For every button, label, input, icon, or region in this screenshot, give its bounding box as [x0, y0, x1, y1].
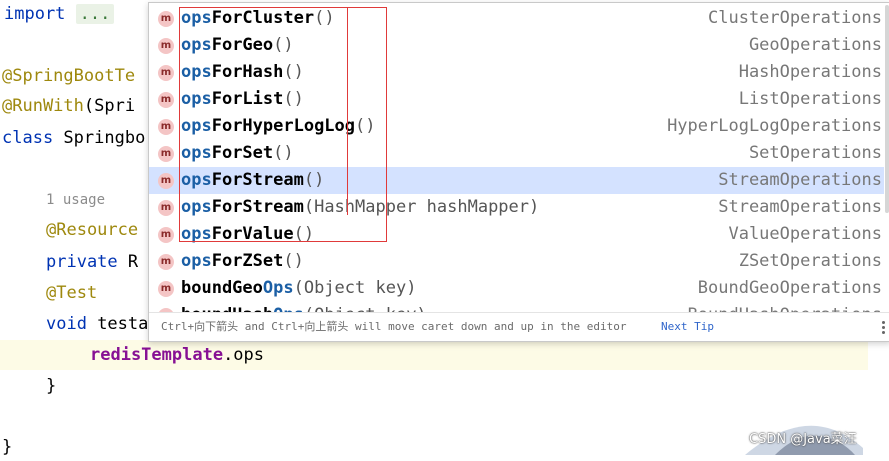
method-icon: m — [158, 173, 174, 189]
return-type: HyperLogLogOperations — [667, 116, 882, 136]
return-type: SetOperations — [748, 143, 882, 163]
return-type: GeoOperations — [748, 35, 882, 55]
void-keyword: void — [46, 314, 87, 334]
method-icon: m — [158, 227, 174, 243]
runwith-args: (Spri — [83, 96, 136, 116]
class-close-brace: } — [2, 437, 13, 457]
return-type: StreamOperations — [718, 170, 882, 190]
springboottest-annotation: @SpringBootTe — [2, 66, 136, 86]
resource-annotation: @Resource — [46, 220, 139, 240]
class-declaration: class Springbo — [2, 124, 145, 152]
name-match: Ops — [273, 305, 304, 312]
return-type: BoundGeoOperations — [697, 278, 882, 298]
import-line[interactable]: import ... — [4, 0, 115, 28]
return-type: ValueOperations — [728, 224, 882, 244]
name-before-match: boundHash — [181, 305, 273, 312]
next-tip-link[interactable]: Next Tip — [661, 313, 714, 341]
method-icon: m — [158, 119, 174, 135]
method-icon: m — [158, 281, 174, 297]
return-type: StreamOperations — [718, 197, 882, 217]
method-params: (Object key) — [293, 278, 417, 298]
completion-item-name: boundGeoOps(Object key) — [181, 275, 416, 302]
completion-scrollbar[interactable] — [885, 5, 889, 213]
redis-template-field: redisTemplate — [90, 345, 224, 365]
method-params: () — [283, 251, 304, 271]
return-type: ListOperations — [738, 89, 882, 109]
name-rest: ForZSet — [211, 251, 284, 271]
return-type: ZSetOperations — [738, 251, 882, 271]
typed-text: .ops — [223, 345, 265, 365]
method-declaration: void testa — [46, 310, 148, 338]
method-name: testa — [86, 314, 149, 334]
return-type: HashOperations — [738, 62, 882, 82]
runwith-annotation: @RunWith — [2, 96, 84, 116]
private-keyword: private — [46, 252, 118, 272]
return-type: BoundHashOperations — [688, 302, 882, 312]
name-match: Ops — [262, 278, 294, 298]
method-icon: m — [158, 11, 174, 27]
name-before-match: boundGeo — [181, 278, 263, 298]
test-annotation: @Test — [46, 283, 98, 303]
class-name: Springbo — [53, 128, 146, 148]
runwith-line: @RunWith(Spri — [2, 92, 135, 120]
method-icon: m — [158, 254, 174, 270]
method-params: (Object key) — [304, 305, 427, 312]
usage-hint[interactable]: 1 usage — [46, 186, 105, 214]
return-type: ClusterOperations — [708, 8, 882, 28]
field-type: R — [117, 252, 139, 272]
completion-item-name: boundHashOps(Object key) — [181, 302, 427, 312]
annotation-red-box — [179, 7, 387, 242]
completion-item[interactable]: m boundGeoOps(Object key) BoundGeoOperatio… — [149, 275, 884, 302]
class-keyword: class — [2, 128, 54, 148]
method-icon: m — [158, 146, 174, 162]
completion-item[interactable]: m opsForZSet() ZSetOperations — [149, 248, 884, 275]
method-close-brace: } — [46, 376, 57, 396]
method-icon: m — [158, 65, 174, 81]
current-code-line[interactable]: redisTemplate.ops — [90, 341, 264, 369]
name-match: ops — [181, 251, 212, 271]
method-icon: m — [158, 38, 174, 54]
completion-item-name: opsForZSet() — [181, 248, 304, 275]
footer-tip-text: Ctrl+向下箭头 and Ctrl+向上箭头 will move caret … — [161, 320, 627, 333]
csdn-watermark: CSDN @Java菜汪 — [749, 432, 857, 447]
import-keyword: import — [4, 4, 66, 24]
field-declaration: private R — [46, 248, 138, 276]
method-icon: m — [158, 200, 174, 216]
more-options-icon[interactable] — [882, 319, 888, 336]
completion-item[interactable]: mboundHashOps(Object key)BoundHashOperat… — [149, 302, 884, 312]
folded-imports[interactable]: ... — [75, 4, 115, 24]
completion-footer: Ctrl+向下箭头 and Ctrl+向上箭头 will move caret … — [149, 312, 889, 341]
method-icon: m — [158, 92, 174, 108]
annotation-red-line — [347, 7, 348, 215]
